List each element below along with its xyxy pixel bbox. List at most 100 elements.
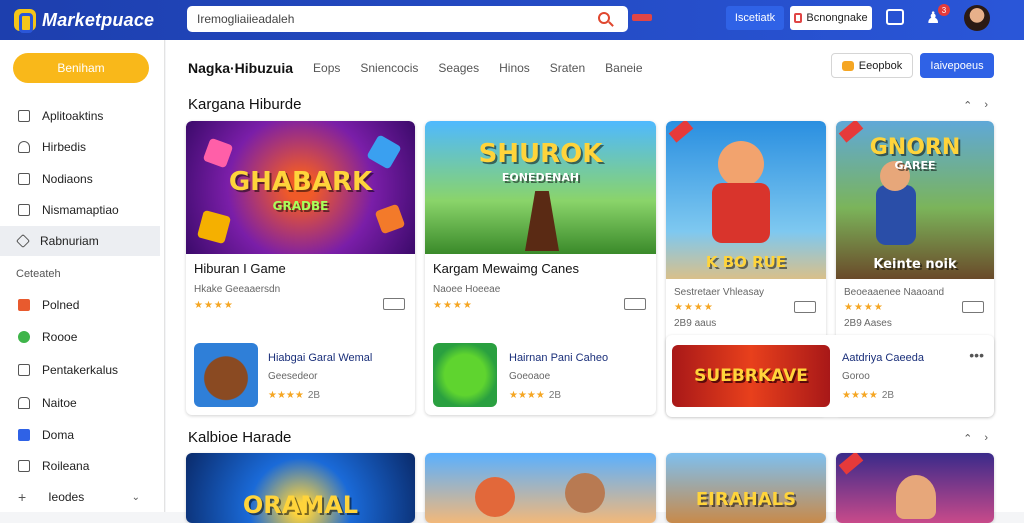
carousel-arrows: ⌃ › bbox=[963, 432, 988, 445]
app-thumbnail bbox=[194, 343, 258, 407]
sidebar-item-users[interactable]: Hirbedis bbox=[0, 132, 160, 162]
rating-stars-text: ★★★★ bbox=[842, 390, 878, 401]
sidebar-item-square[interactable]: Nismamaptiao bbox=[0, 195, 160, 225]
red-square-icon bbox=[18, 299, 30, 311]
top-bar: Marketpuace Iscetiatk Bcnongnake ♟ 3 bbox=[0, 0, 1024, 40]
tab-sraten[interactable]: Sraten bbox=[550, 61, 585, 75]
browse-button[interactable]: Beniham bbox=[13, 53, 149, 83]
tab-hinos[interactable]: Hinos bbox=[499, 61, 530, 75]
sidebar-item-label: Aplitoaktins bbox=[42, 109, 104, 123]
arrow-right-icon[interactable]: › bbox=[984, 99, 988, 112]
app-title: Aatdriya Caeeda bbox=[842, 352, 924, 364]
share-icon[interactable] bbox=[794, 301, 816, 313]
sidebar-item-label: Nodiaons bbox=[42, 172, 93, 186]
blue-page-icon bbox=[18, 429, 30, 441]
notification-badge: 3 bbox=[938, 4, 950, 16]
share-icon[interactable] bbox=[383, 298, 405, 310]
flag-icon bbox=[632, 14, 652, 21]
sidebar-item-more[interactable]: + Ieodes ⌄ bbox=[0, 482, 160, 512]
sidebar-item-roooe[interactable]: Roooe bbox=[0, 322, 160, 352]
rating-stars: ★★★★ 2B bbox=[268, 390, 320, 401]
tab-seages[interactable]: Seages bbox=[438, 61, 479, 75]
rating-count: 2B bbox=[881, 390, 895, 401]
game-art-title: EIRAHALS bbox=[695, 489, 797, 510]
cast-icon[interactable] bbox=[886, 9, 904, 25]
app-list-item[interactable]: Hairnan Pani Caheo Goeoaoe ★★★★ 2B bbox=[425, 335, 656, 417]
game-card-subtitle: Hkake Geeaaersdn bbox=[194, 284, 281, 295]
grid-icon bbox=[18, 173, 30, 185]
doc-icon bbox=[18, 460, 30, 472]
tab-main[interactable]: Nagka·Hibuzuia bbox=[188, 60, 293, 76]
sidebar-item-roileana[interactable]: Roileana bbox=[0, 451, 160, 481]
sidebar-item-label: Ieodes bbox=[48, 490, 85, 504]
game-card-title: Sestretaer Vhleasay bbox=[674, 287, 765, 298]
sidebar-item-polned[interactable]: Polned bbox=[0, 290, 160, 320]
house-icon bbox=[18, 397, 30, 409]
search-bar[interactable] bbox=[187, 6, 628, 32]
arrow-left-icon[interactable]: ⌃ bbox=[963, 99, 972, 112]
app-icon bbox=[18, 110, 30, 122]
app-title: Hairnan Pani Caheo bbox=[509, 352, 609, 364]
sidebar-item-pentakerkalus[interactable]: Pentakerkalus bbox=[0, 355, 160, 385]
sidebar-item-label: Naitoe bbox=[42, 396, 77, 410]
search-icon[interactable] bbox=[598, 12, 610, 24]
app-list-item[interactable]: SUEBRKAVE Aatdriya Caeeda Goroo ★★★★ 2B •… bbox=[666, 335, 994, 417]
game-card-subtitle: Naoee Hoeeae bbox=[433, 284, 501, 295]
sidebar-item-doma[interactable]: Doma bbox=[0, 420, 160, 450]
bookmark-icon bbox=[794, 13, 803, 23]
game-art-title: K BO RUE bbox=[705, 253, 787, 271]
sidebar-item-label: Roooe bbox=[42, 330, 78, 344]
coins-button[interactable]: Eeopbok bbox=[831, 53, 913, 78]
sidebar-item-label: Doma bbox=[42, 428, 75, 442]
rating-count: 2B bbox=[307, 390, 321, 401]
sidebar-item-label: Polned bbox=[42, 298, 80, 312]
tab-eops[interactable]: Eops bbox=[313, 61, 340, 75]
chevron-down-icon[interactable]: ⌄ bbox=[132, 492, 140, 503]
sidebar-item-home[interactable]: Rabnuriam bbox=[0, 226, 160, 256]
game-art-title: GHABARK bbox=[228, 167, 373, 197]
game-art-caption: Keinte noik bbox=[873, 257, 957, 272]
game-card-title: Hiburan I Game bbox=[194, 261, 286, 276]
rating-stars: ★★★★ bbox=[674, 302, 714, 313]
sidebar-item-grid[interactable]: Nodiaons bbox=[0, 164, 160, 194]
search-input[interactable] bbox=[197, 12, 577, 26]
section-title: Kargana Hiburde bbox=[188, 96, 302, 113]
game-art-subtitle: GRADBE bbox=[272, 199, 329, 213]
arrow-left-icon[interactable]: ⌃ bbox=[963, 432, 972, 445]
game-card[interactable] bbox=[836, 453, 994, 523]
rating-count: 2B bbox=[548, 390, 562, 401]
rating-stars-text: ★★★★ bbox=[509, 390, 545, 401]
more-options-icon[interactable]: ••• bbox=[969, 347, 984, 363]
sidebar-item-apps[interactable]: Aplitoaktins bbox=[0, 101, 160, 131]
square-icon bbox=[18, 204, 30, 216]
tab-baneie[interactable]: Baneie bbox=[605, 61, 642, 75]
app-subtitle: Goeoaoe bbox=[509, 371, 551, 382]
main-content: Nagka·Hibuzuia Eops Sniencocis Seages Hi… bbox=[166, 40, 1024, 523]
arrow-right-icon[interactable]: › bbox=[984, 432, 988, 445]
game-card[interactable]: EIRAHALS bbox=[666, 453, 826, 523]
share-icon[interactable] bbox=[962, 301, 984, 313]
sidebar-item-label: Hirbedis bbox=[42, 140, 87, 154]
sidebar: Beniham Aplitoaktins Hirbedis Nodiaons N… bbox=[0, 40, 165, 512]
app-thumbnail: SUEBRKAVE bbox=[672, 345, 830, 407]
tab-bar: Nagka·Hibuzuia Eops Sniencocis Seages Hi… bbox=[188, 60, 643, 76]
avatar[interactable] bbox=[964, 5, 990, 31]
sidebar-section-heading: Ceteateh bbox=[16, 268, 61, 280]
rating-stars: ★★★★ bbox=[433, 300, 473, 311]
sidebar-item-naitoe[interactable]: Naitoe bbox=[0, 388, 160, 418]
logo-icon bbox=[14, 9, 36, 33]
top-button-secondary[interactable]: Bcnongnake bbox=[790, 6, 872, 30]
game-card-subtitle: 2B9 aaus bbox=[674, 318, 717, 329]
rating-stars: ★★★★ bbox=[844, 302, 884, 313]
coin-icon bbox=[841, 60, 854, 71]
game-card[interactable] bbox=[425, 453, 656, 523]
logo[interactable]: Marketpuace bbox=[14, 9, 184, 33]
tab-sniencocis[interactable]: Sniencocis bbox=[360, 61, 418, 75]
share-icon[interactable] bbox=[624, 298, 646, 310]
game-card[interactable]: ORAMAL bbox=[186, 453, 415, 523]
top-button-primary[interactable]: Iscetiatk bbox=[726, 6, 784, 30]
rating-stars: ★★★★ 2B bbox=[509, 390, 561, 401]
rating-stars: ★★★★ 2B bbox=[842, 390, 894, 401]
primary-action-button[interactable]: Iaivepoeus bbox=[920, 53, 994, 78]
app-list-item[interactable]: Hiabgai Garal Wemal Geesedeor ★★★★ 2B bbox=[186, 335, 415, 417]
